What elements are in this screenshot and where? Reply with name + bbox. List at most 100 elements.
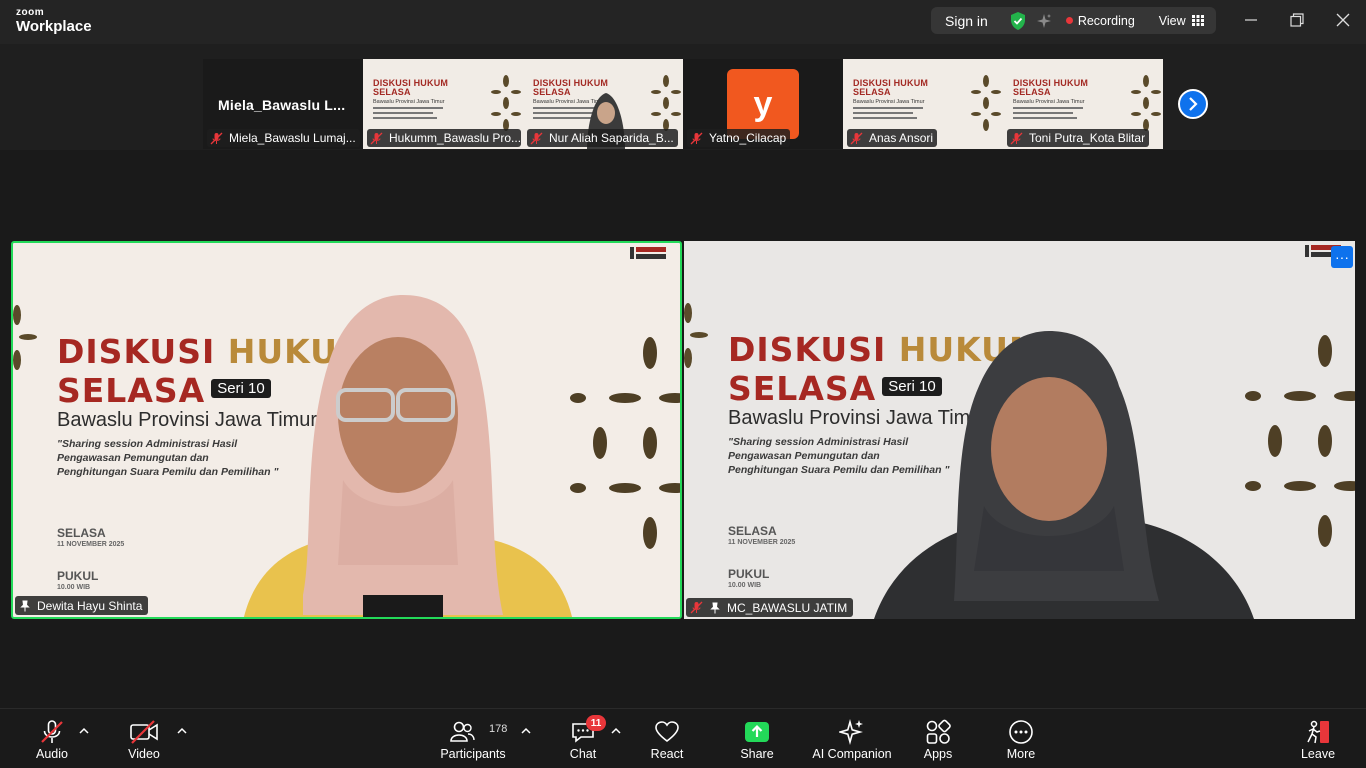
ai-sparkle-icon [839,719,863,745]
recording-dot-icon [1065,17,1073,24]
batik-pattern-icon [1131,75,1161,131]
speaker-video-figure [874,331,1254,619]
close-icon[interactable] [1335,12,1351,28]
mic-muted-icon [370,132,383,144]
participants-button[interactable]: Participants [438,709,508,768]
zoom-window: zoom Workplace Sign in Recording View Mi… [0,0,1366,768]
tile-more-options-button[interactable]: ··· [1331,246,1353,268]
mic-muted-icon [690,601,703,614]
bawaslu-logo-icon [630,247,666,259]
participant-name-tag: Nur Aliah Saparida_B... [527,129,678,147]
participant-thumb[interactable]: y Yatno_Cilacap [683,59,843,149]
minimize-icon[interactable] [1243,12,1259,28]
speaker-name: MC_BAWASLU JATIM [727,600,848,615]
mic-muted-icon [41,720,63,743]
mini-slide-subtitle: Bawaslu Provinsi Jawa Timur [1013,99,1085,105]
video-button[interactable]: Video [120,709,168,768]
speaker-name: Dewita Hayu Shinta [37,598,143,613]
participant-name: Yatno_Cilacap [709,131,787,145]
mini-slide-title: DISKUSI HUKUM SELASA [853,78,929,98]
mini-slide-lines [1013,107,1083,122]
mini-slide-subtitle: Bawaslu Provinsi Jawa Timur [373,99,445,105]
participant-name: Toni Putra_Kota Blitar [1029,131,1146,145]
pin-icon [20,600,30,611]
batik-pattern-icon [1245,335,1355,547]
participant-thumb[interactable]: DISKUSI HUKUM SELASA Bawaslu Provinsi Jaw… [1003,59,1163,149]
pin-icon [710,602,720,613]
react-button[interactable]: React [645,709,689,768]
chat-button[interactable]: 11 Chat [563,709,606,768]
participant-thumb[interactable]: DISKUSI HUKUM SELASA Bawaslu Provinsi Jaw… [363,59,523,149]
participant-thumb[interactable]: DISKUSI HUKUM SELASA Bawaslu Provinsi Jaw… [523,59,683,149]
apps-label: Apps [923,747,953,761]
chevron-right-icon [1189,97,1198,111]
logo-top-text: zoom [16,7,45,18]
view-button[interactable]: View [1159,14,1186,28]
participant-thumb[interactable]: DISKUSI HUKUM SELASA Bawaslu Provinsi Jaw… [843,59,1003,149]
participant-big-name: Miela_Bawaslu L... [218,97,346,113]
react-label: React [650,747,684,761]
speaker-name-tag: Dewita Hayu Shinta [15,596,149,615]
security-shield-icon[interactable] [1010,11,1026,30]
batik-pattern-icon [651,75,681,131]
video-tile-active-speaker[interactable]: DISKUSI HUKUM SELASA Seri 10 Bawaslu Prov… [11,241,682,619]
chevron-up-icon[interactable] [177,727,187,735]
participant-name-tag: Miela_Bawaslu Lumaj... [207,129,360,147]
apps-icon [926,719,951,744]
recording-label[interactable]: Recording [1078,14,1135,28]
ai-companion-label: AI Companion [812,747,892,761]
mic-muted-icon [1010,132,1023,144]
mini-slide-subtitle: Bawaslu Provinsi Jawa Timur [853,99,925,105]
chevron-up-icon[interactable] [79,727,89,735]
participant-name-tag: Hukumm_Bawaslu Pro... [367,129,521,147]
mini-slide-title: DISKUSI HUKUM SELASA [1013,78,1089,98]
share-label: Share [740,747,774,761]
video-off-icon [130,720,158,744]
slide-time-label: PUKUL [728,567,770,581]
sign-in-link[interactable]: Sign in [945,13,988,29]
mic-muted-icon [690,132,703,144]
participant-name-tag: Yatno_Cilacap [687,129,791,147]
share-screen-icon [745,722,769,742]
participant-name-tag: Anas Ansori [847,129,938,147]
slide-date: 11 NOVEMBER 2025 [728,539,796,546]
chevron-up-icon[interactable] [521,727,531,735]
mini-slide-title: DISKUSI HUKUM SELASA [373,78,449,98]
share-button[interactable]: Share [735,709,779,768]
more-dots-icon [1009,720,1033,744]
participant-thumb[interactable]: Miela_Bawaslu L... Miela_Bawaslu Lumaj..… [203,59,363,149]
zoom-logo: zoom Workplace [16,7,92,35]
speaker-name-tag: MC_BAWASLU JATIM [686,598,854,617]
mini-slide-lines [853,107,923,122]
apps-button[interactable]: Apps [918,709,958,768]
gallery-grid-icon[interactable] [1191,15,1204,26]
video-label: Video [128,747,160,761]
batik-pattern-icon [971,75,1001,131]
slide-day-label: SELASA [57,526,106,540]
batik-pattern-icon [13,305,37,370]
participant-strip: Miela_Bawaslu L... Miela_Bawaslu Lumaj..… [0,44,1366,150]
next-page-button[interactable] [1178,89,1208,119]
chevron-up-icon[interactable] [611,727,621,735]
audio-label: Audio [36,747,68,761]
leave-label: Leave [1300,747,1336,761]
ai-sparkle-icon[interactable] [1036,13,1052,29]
speaker-video-figure [244,295,572,617]
mini-slide-lines [373,107,443,122]
logo-main-text: Workplace [16,18,92,35]
heart-icon [655,721,679,743]
batik-pattern-icon [491,75,521,131]
participant-name: Miela_Bawaslu Lumaj... [229,131,356,145]
video-tile[interactable]: DISKUSI HUKUM SELASA Seri 10 Bawaslu Prov… [684,241,1355,619]
ai-companion-button[interactable]: AI Companion [810,709,894,768]
audio-button[interactable]: Audio [28,709,76,768]
leave-button[interactable]: Leave [1298,709,1338,768]
mic-muted-icon [850,132,863,144]
slide-day-label: SELASA [728,524,777,538]
leave-door-icon [1307,720,1329,744]
more-label: More [1006,747,1036,761]
chat-label: Chat [569,747,597,761]
more-button[interactable]: More [1001,709,1041,768]
title-bar: zoom Workplace Sign in Recording View [0,0,1366,44]
restore-icon[interactable] [1289,12,1305,28]
